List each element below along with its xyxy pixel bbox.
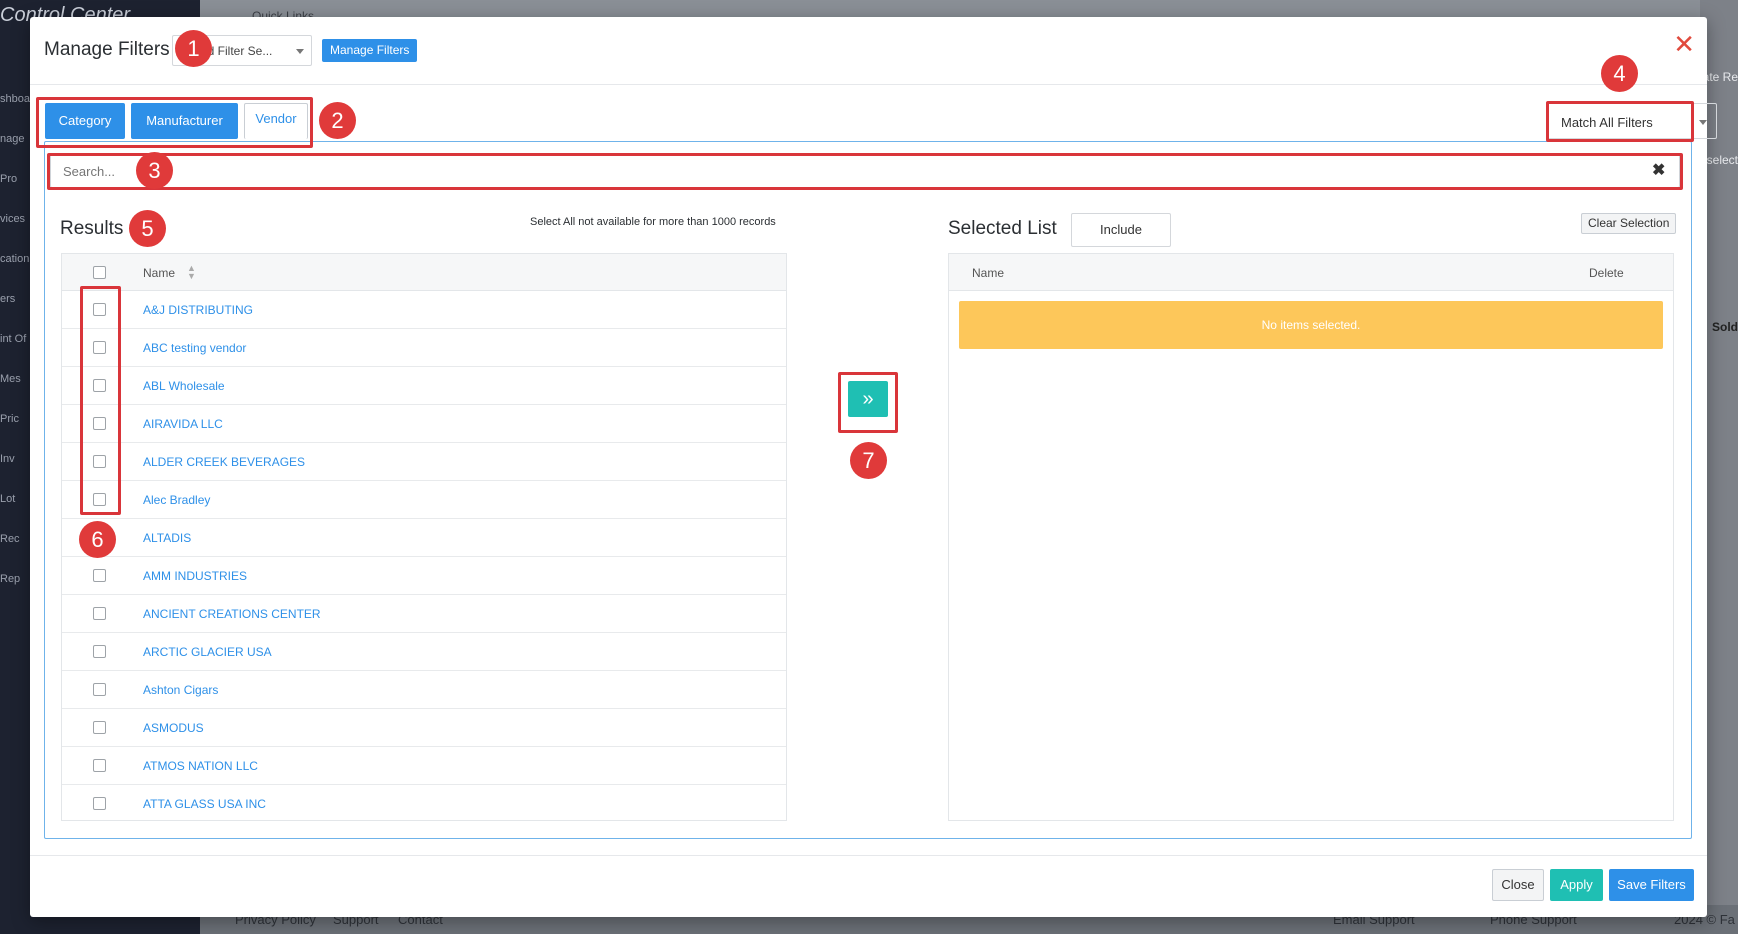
chevron-down-icon (296, 49, 304, 54)
row-checkbox[interactable] (93, 645, 106, 658)
annotation-badge-3: 3 (136, 152, 173, 189)
selected-table: Name Delete No items selected. (948, 253, 1674, 821)
save-filters-button[interactable]: Save Filters (1609, 869, 1694, 901)
bg-nav-item: nage (0, 133, 25, 145)
bg-nav-item: int Of (0, 333, 27, 345)
selected-table-header: Name Delete (949, 254, 1673, 291)
table-row: ATMOS NATION LLC (62, 747, 786, 785)
table-row: ABL Wholesale (62, 367, 786, 405)
vendor-link[interactable]: ASMODUS (143, 721, 204, 735)
results-title: Results (60, 218, 124, 239)
highlight-search (47, 153, 1683, 190)
results-table-header: Name ▲ ▼ (62, 254, 786, 291)
bg-nav-item: Rep (0, 573, 21, 585)
footer-divider (30, 855, 1707, 856)
bg-nav-item: Inv (0, 453, 15, 465)
table-row: Ashton Cigars (62, 671, 786, 709)
vendor-link[interactable]: ATTA GLASS USA INC (143, 797, 266, 811)
vendor-link[interactable]: Alec Bradley (143, 493, 210, 507)
close-button[interactable]: Close (1492, 869, 1544, 901)
selected-list-title: Selected List (948, 218, 1057, 239)
row-checkbox[interactable] (93, 721, 106, 734)
table-row: ALTADIS (62, 519, 786, 557)
row-checkbox[interactable] (93, 797, 106, 810)
table-row: ABC testing vendor (62, 329, 786, 367)
annotation-badge-7: 7 (850, 442, 887, 479)
bg-nav-item: Pric (0, 413, 19, 425)
bg-nav-item: Rec (0, 533, 20, 545)
table-row: Alec Bradley (62, 481, 786, 519)
table-row: ALDER CREEK BEVERAGES (62, 443, 786, 481)
clear-selection-button[interactable]: Clear Selection (1581, 213, 1677, 234)
bg-right-text: Sold (1712, 320, 1738, 334)
vendor-link[interactable]: AMM INDUSTRIES (143, 569, 247, 583)
include-toggle[interactable]: Include (1071, 213, 1171, 247)
selected-column-delete: Delete (1589, 266, 1624, 280)
modal-title: Manage Filters (44, 39, 170, 60)
table-row: ASMODUS (62, 709, 786, 747)
vendor-link[interactable]: A&J DISTRIBUTING (143, 303, 253, 317)
bg-nav-item: Mes (0, 373, 21, 385)
vendor-link[interactable]: ANCIENT CREATIONS CENTER (143, 607, 321, 621)
row-checkbox[interactable] (93, 607, 106, 620)
vendor-link[interactable]: AIRAVIDA LLC (143, 417, 223, 431)
vendor-link[interactable]: ALTADIS (143, 531, 191, 545)
highlight-tabs (36, 97, 313, 148)
annotation-badge-5: 5 (129, 210, 166, 247)
column-name[interactable]: Name (143, 266, 175, 280)
highlight-match-mode (1546, 101, 1694, 142)
annotation-badge-4: 4 (1601, 55, 1638, 92)
select-all-note: Select All not available for more than 1… (530, 216, 776, 228)
table-row: ATTA GLASS USA INC (62, 785, 786, 820)
close-icon[interactable]: ✕ (1673, 31, 1695, 57)
annotation-badge-2: 2 (319, 102, 356, 139)
row-checkbox[interactable] (93, 683, 106, 696)
bg-nav-item: Pro (0, 173, 18, 185)
table-row: A&J DISTRIBUTING (62, 291, 786, 329)
table-row: AIRAVIDA LLC (62, 405, 786, 443)
background-nav: shboa nage Pro vices cation ers int Of M… (0, 88, 30, 608)
bg-nav-item: ers (0, 293, 16, 305)
bg-nav-item: Lot (0, 493, 16, 505)
select-all-checkbox[interactable] (93, 266, 106, 279)
selected-column-name: Name (972, 266, 1005, 280)
row-checkbox[interactable] (93, 569, 106, 582)
bg-nav-item: cation (0, 253, 30, 265)
table-row: ANCIENT CREATIONS CENTER (62, 595, 786, 633)
results-table: Name ▲ ▼ A&J DISTRIBUTING ABC testing ven… (61, 253, 787, 821)
row-checkbox[interactable] (93, 759, 106, 772)
annotation-badge-6: 6 (79, 521, 116, 558)
vendor-link[interactable]: ARCTIC GLACIER USA (143, 645, 272, 659)
apply-button[interactable]: Apply (1550, 869, 1603, 901)
vendor-link[interactable]: Ashton Cigars (143, 683, 218, 697)
bg-right-text: ate Re (1702, 70, 1738, 84)
bg-nav-item: vices (0, 213, 26, 225)
bg-right-text: select (1706, 153, 1738, 167)
manage-filters-button[interactable]: Manage Filters (322, 39, 418, 62)
sort-icon[interactable]: ▲ ▼ (187, 264, 196, 281)
no-items-alert: No items selected. (959, 301, 1663, 349)
bg-nav-item: shboa (0, 93, 30, 105)
header-divider (30, 84, 1707, 85)
highlight-checkboxes (80, 286, 121, 515)
chevron-down-icon (1699, 120, 1707, 125)
table-row: ARCTIC GLACIER USA (62, 633, 786, 671)
table-row: AMM INDUSTRIES (62, 557, 786, 595)
annotation-badge-1: 1 (175, 30, 212, 67)
vendor-link[interactable]: ABL Wholesale (143, 379, 225, 393)
vendor-link[interactable]: ABC testing vendor (143, 341, 246, 355)
vendor-link[interactable]: ATMOS NATION LLC (143, 759, 258, 773)
highlight-move-button (838, 372, 898, 433)
vendor-link[interactable]: ALDER CREEK BEVERAGES (143, 455, 305, 469)
